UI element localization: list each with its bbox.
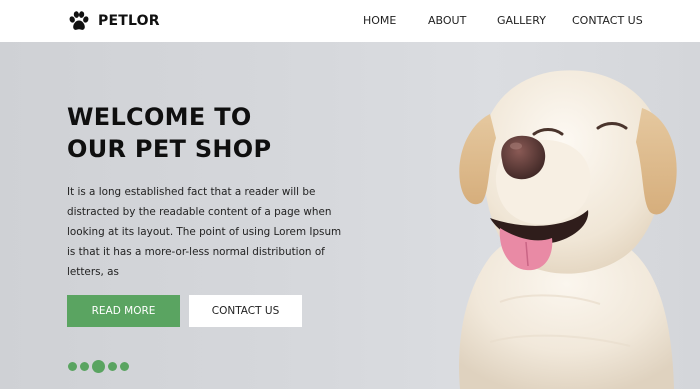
hero-description: It is a long established fact that a rea… bbox=[67, 186, 342, 278]
main-nav: HOME ABOUT GALLERY CONTACT US bbox=[0, 0, 700, 42]
carousel-dot[interactable] bbox=[68, 362, 77, 371]
nav-gallery[interactable]: GALLERY bbox=[497, 14, 546, 27]
labrador-dog-image bbox=[459, 70, 677, 389]
site-header: PETLOR HOME ABOUT GALLERY CONTACT US bbox=[0, 0, 700, 42]
carousel-dot[interactable] bbox=[120, 362, 129, 371]
nav-about[interactable]: ABOUT bbox=[428, 14, 466, 27]
hero-headline: WELCOME TO OUR PET SHOP bbox=[67, 101, 271, 165]
carousel-dot[interactable] bbox=[108, 362, 117, 371]
headline-line-1: WELCOME TO bbox=[67, 103, 252, 131]
hero-section: WELCOME TO OUR PET SHOP It is a long est… bbox=[0, 42, 700, 389]
nav-contact-us[interactable]: CONTACT US bbox=[572, 14, 643, 27]
contact-us-button[interactable]: CONTACT US bbox=[189, 295, 302, 327]
carousel-dot[interactable] bbox=[80, 362, 89, 371]
read-more-button[interactable]: READ MORE bbox=[67, 295, 180, 327]
nav-home[interactable]: HOME bbox=[363, 14, 396, 27]
carousel-indicators bbox=[68, 360, 129, 373]
headline-line-2: OUR PET SHOP bbox=[67, 135, 272, 163]
carousel-dot-active[interactable] bbox=[92, 360, 105, 373]
